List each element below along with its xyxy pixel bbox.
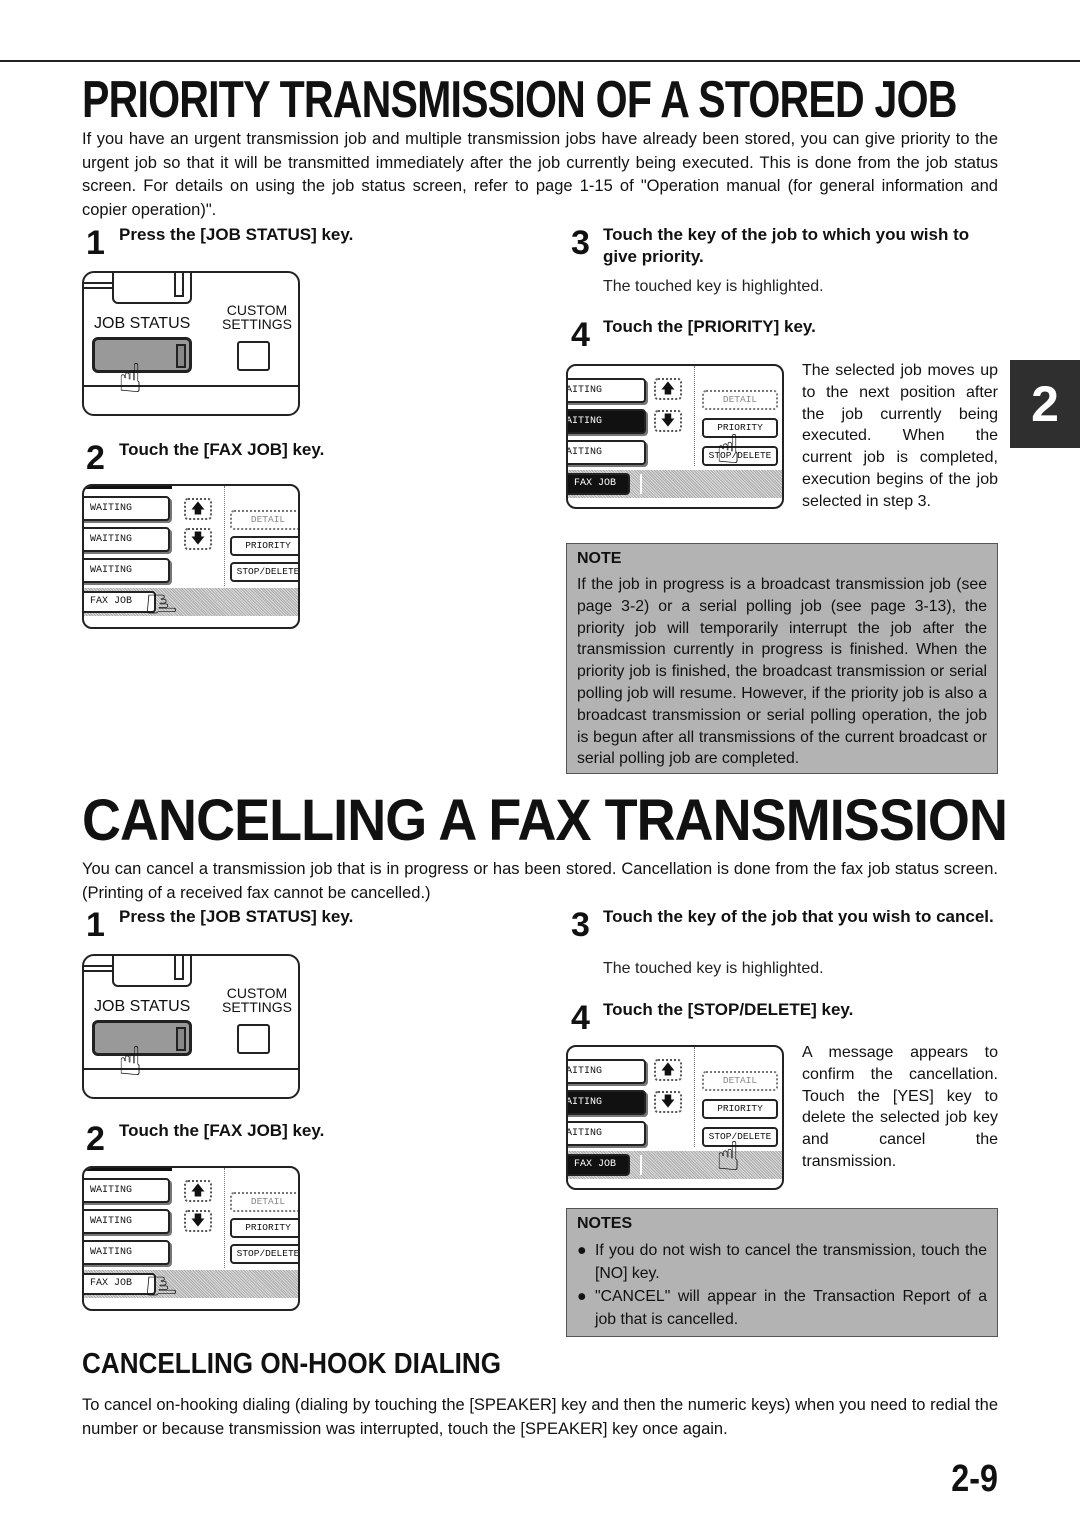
pointing-hand-icon: ☝ [137, 591, 184, 617]
stop-delete-screen-illustration: AITING AITING AITING 🡅 🡇 DETAIL PRIORITY… [566, 1045, 784, 1190]
step-number: 4 [571, 999, 590, 1037]
job-key[interactable]: WAITING [84, 527, 170, 552]
step-title: Touch the [FAX JOB] key. [119, 1121, 325, 1140]
section-intro-priority: If you have an urgent transmission job a… [82, 130, 998, 219]
job-key[interactable]: WAITING [84, 1209, 170, 1234]
custom-settings-key[interactable] [237, 341, 270, 371]
step-title: Touch the [FAX JOB] key. [119, 440, 325, 459]
custom-settings-label: CUSTOM SETTINGS [222, 985, 293, 1015]
fax-job-screen-illustration: WAITING WAITING WAITING 🡅 🡇 DETAIL PRIOR… [82, 1166, 300, 1311]
job-key[interactable]: AITING [568, 378, 646, 403]
pointing-hand-icon: ☝ [137, 1273, 184, 1299]
scroll-up-icon[interactable]: 🡅 [654, 378, 682, 400]
section-title-cancelling: CANCELLING A FAX TRANSMISSION [82, 788, 1008, 853]
job-key[interactable]: WAITING [84, 1240, 170, 1265]
stop-delete-key[interactable]: STOP/DELETE [230, 1244, 298, 1264]
bullet-icon: ● [577, 1242, 587, 1259]
fax-job-key[interactable]: FAX JOB [568, 473, 630, 495]
job-key[interactable]: AITING [568, 440, 646, 465]
detail-key[interactable]: DETAIL [230, 510, 298, 530]
note-text: If the job in progress is a broadcast tr… [577, 576, 987, 768]
note-box: NOTE If the job in progress is a broadca… [566, 543, 998, 774]
priority-screen-illustration: AITING AITING AITING 🡅 🡇 DETAIL PRIORITY… [566, 364, 784, 509]
scroll-down-icon[interactable]: 🡇 [654, 1091, 682, 1113]
fax-job-key[interactable]: FAX JOB [568, 1154, 630, 1176]
step-number: 3 [571, 906, 590, 944]
step-description: A message appears to confirm the cancell… [802, 1044, 998, 1170]
chapter-tab: 2 [1010, 360, 1080, 448]
step-number: 2 [86, 1120, 105, 1158]
pointing-hand-icon: ☝ [118, 356, 143, 402]
bullet-icon: ● [577, 1288, 587, 1305]
job-key-selected[interactable]: AITING [568, 409, 646, 434]
step-title: Touch the key of the job that you wish t… [603, 907, 994, 926]
section-text-on-hook: To cancel on-hooking dialing (dialing by… [82, 1396, 998, 1438]
step-number: 1 [86, 906, 105, 944]
step-subtext: The touched key is highlighted. [603, 278, 824, 295]
custom-settings-key[interactable] [237, 1024, 270, 1054]
job-key[interactable]: AITING [568, 1121, 646, 1146]
pointing-hand-icon: ☝ [716, 427, 741, 473]
step-title: Touch the key of the job to which you wi… [603, 225, 970, 266]
notes-box: NOTES ● If you do not wish to cancel the… [566, 1208, 998, 1337]
section-intro-cancelling: You can cancel a transmission job that i… [82, 860, 998, 902]
scroll-down-icon[interactable]: 🡇 [184, 1210, 212, 1232]
priority-key[interactable]: PRIORITY [230, 536, 298, 556]
note-item: ● "CANCEL" will appear in the Transactio… [577, 1285, 987, 1331]
note-title: NOTE [577, 550, 622, 567]
job-key[interactable]: AITING [568, 1059, 646, 1084]
step-title: Press the [JOB STATUS] key. [119, 225, 354, 244]
scroll-up-icon[interactable]: 🡅 [184, 498, 212, 520]
notes-title: NOTES [577, 1215, 633, 1232]
step-number: 3 [571, 224, 590, 262]
fax-job-screen-illustration: WAITING WAITING WAITING 🡅 🡇 DETAIL PRIOR… [82, 484, 300, 629]
detail-key[interactable]: DETAIL [702, 390, 778, 410]
priority-key[interactable]: PRIORITY [230, 1218, 298, 1238]
control-panel-illustration: JOB STATUS CUSTOM SETTINGS ☝ [82, 271, 300, 416]
step-number: 1 [86, 224, 105, 262]
section-title-on-hook: CANCELLING ON-HOOK DIALING [82, 1348, 502, 1380]
step-description: The selected job moves up to the next po… [802, 362, 998, 510]
step-title: Touch the [PRIORITY] key. [603, 317, 816, 336]
detail-key[interactable]: DETAIL [230, 1192, 298, 1212]
step-title: Touch the [STOP/DELETE] key. [603, 1000, 854, 1019]
job-key[interactable]: WAITING [84, 558, 170, 583]
step-title: Press the [JOB STATUS] key. [119, 907, 354, 926]
top-rule [0, 60, 1080, 62]
pointing-hand-icon: ☝ [716, 1134, 741, 1180]
step-subtext: The touched key is highlighted. [603, 960, 824, 977]
stop-delete-key[interactable]: STOP/DELETE [230, 562, 298, 582]
detail-key[interactable]: DETAIL [702, 1071, 778, 1091]
note-item: ● If you do not wish to cancel the trans… [577, 1239, 987, 1285]
step-number: 4 [571, 316, 590, 354]
control-panel-illustration: JOB STATUS CUSTOM SETTINGS ☝ [82, 954, 300, 1099]
pointing-hand-icon: ☝ [118, 1039, 143, 1085]
section-title-priority: PRIORITY TRANSMISSION OF A STORED JOB [82, 71, 957, 129]
page-number: 2-9 [951, 1458, 998, 1500]
job-status-label: JOB STATUS [94, 998, 191, 1015]
scroll-down-icon[interactable]: 🡇 [654, 410, 682, 432]
scroll-down-icon[interactable]: 🡇 [184, 528, 212, 550]
priority-key[interactable]: PRIORITY [702, 1099, 778, 1119]
scroll-up-icon[interactable]: 🡅 [654, 1059, 682, 1081]
job-key[interactable]: WAITING [84, 1178, 170, 1203]
scroll-up-icon[interactable]: 🡅 [184, 1180, 212, 1202]
job-status-label: JOB STATUS [94, 315, 191, 332]
step-number: 2 [86, 439, 105, 477]
custom-settings-label: CUSTOM SETTINGS [222, 302, 293, 332]
job-key-selected[interactable]: AITING [568, 1090, 646, 1115]
job-key[interactable]: WAITING [84, 496, 170, 521]
